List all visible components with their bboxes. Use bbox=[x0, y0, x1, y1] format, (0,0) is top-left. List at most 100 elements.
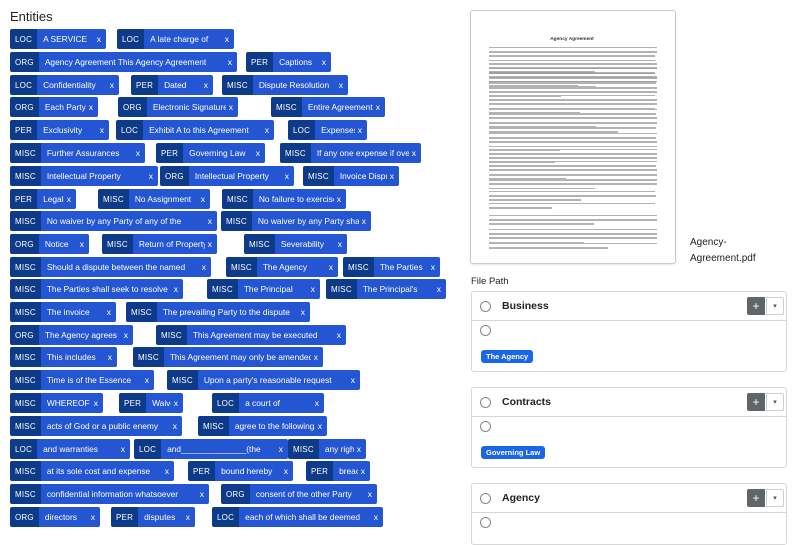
entity-chip[interactable]: MISC The Principal x bbox=[207, 279, 320, 299]
remove-icon[interactable]: x bbox=[333, 189, 346, 209]
add-button[interactable]: + bbox=[747, 393, 765, 411]
entity-chip[interactable]: MISC Entire Agreement x bbox=[271, 97, 385, 117]
remove-icon[interactable]: x bbox=[198, 257, 211, 277]
remove-icon[interactable]: x bbox=[224, 52, 237, 72]
remove-icon[interactable]: x bbox=[335, 75, 348, 95]
add-button[interactable]: + bbox=[747, 297, 765, 315]
add-button[interactable]: + bbox=[747, 489, 765, 507]
entity-chip[interactable]: MISC Further Assurances x bbox=[10, 143, 145, 163]
entity-chip[interactable]: ORG The Agency agrees x bbox=[10, 325, 133, 345]
subfolder-radio[interactable] bbox=[480, 517, 491, 528]
entity-chip[interactable]: PER Governing Law x bbox=[156, 143, 265, 163]
entity-chip[interactable]: PER bound hereby x bbox=[188, 461, 293, 481]
entity-chip[interactable]: MISC Dispute Resolution x bbox=[222, 75, 348, 95]
remove-icon[interactable]: x bbox=[103, 302, 116, 322]
entity-chip[interactable]: LOC and______________(the x bbox=[134, 439, 288, 459]
remove-icon[interactable]: x bbox=[104, 347, 117, 367]
entity-chip[interactable]: MISC The Principal's x bbox=[326, 279, 446, 299]
remove-icon[interactable]: x bbox=[120, 325, 133, 345]
remove-icon[interactable]: x bbox=[170, 279, 183, 299]
entity-chip[interactable]: MISC No waiver by any Party shall x bbox=[221, 211, 371, 231]
entity-chip[interactable]: MISC Intellectual Property x bbox=[10, 166, 158, 186]
entity-chip[interactable]: MISC WHEREOF x bbox=[10, 393, 103, 413]
remove-icon[interactable]: x bbox=[408, 143, 421, 163]
entity-chip[interactable]: MISC Should a dispute between the named x bbox=[10, 257, 211, 277]
dropdown-toggle[interactable]: ▾ bbox=[766, 489, 784, 507]
remove-icon[interactable]: x bbox=[354, 120, 367, 140]
entity-chip[interactable]: MISC acts of God or a public enemy x bbox=[10, 416, 182, 436]
entity-chip[interactable]: LOC A late charge of x bbox=[117, 29, 234, 49]
entity-chip[interactable]: LOC Expenses x bbox=[288, 120, 367, 140]
file-name[interactable]: Agency-Agreement.pdf bbox=[690, 235, 770, 267]
folder-radio[interactable] bbox=[480, 301, 491, 312]
remove-icon[interactable]: x bbox=[204, 211, 217, 231]
remove-icon[interactable]: x bbox=[145, 166, 158, 186]
remove-icon[interactable]: x bbox=[333, 325, 346, 345]
remove-icon[interactable]: x bbox=[314, 416, 327, 436]
remove-icon[interactable]: x bbox=[252, 143, 265, 163]
remove-icon[interactable]: x bbox=[96, 120, 109, 140]
entity-chip[interactable]: MISC Time is of the Essence x bbox=[10, 370, 154, 390]
remove-icon[interactable]: x bbox=[90, 393, 103, 413]
remove-icon[interactable]: x bbox=[427, 257, 440, 277]
entity-chip[interactable]: MISC confidential information whatsoever x bbox=[10, 484, 209, 504]
entity-badge[interactable]: The Agency bbox=[481, 350, 534, 363]
remove-icon[interactable]: x bbox=[93, 29, 106, 49]
remove-icon[interactable]: x bbox=[63, 189, 76, 209]
entity-chip[interactable]: MISC The Parties x bbox=[343, 257, 440, 277]
entity-chip[interactable]: LOC and warranties x bbox=[10, 439, 130, 459]
remove-icon[interactable]: x bbox=[200, 75, 213, 95]
entity-chip[interactable]: MISC This Agreement may only be amended x bbox=[133, 347, 323, 367]
entity-chip[interactable]: ORG Intellectual Property x bbox=[160, 166, 294, 186]
remove-icon[interactable]: x bbox=[221, 29, 234, 49]
entity-chip[interactable]: PER Exclusivity x bbox=[10, 120, 109, 140]
remove-icon[interactable]: x bbox=[334, 234, 347, 254]
document-preview[interactable]: Agency Agreement bbox=[470, 10, 676, 264]
remove-icon[interactable]: x bbox=[280, 461, 293, 481]
entity-chip[interactable]: MISC The Agency x bbox=[226, 257, 338, 277]
dropdown-toggle[interactable]: ▾ bbox=[766, 393, 784, 411]
entity-chip[interactable]: ORG directors x bbox=[10, 507, 100, 527]
entity-chip[interactable]: MISC agree to the following x bbox=[198, 416, 327, 436]
dropdown-toggle[interactable]: ▾ bbox=[766, 297, 784, 315]
remove-icon[interactable]: x bbox=[372, 97, 385, 117]
remove-icon[interactable]: x bbox=[76, 234, 89, 254]
remove-icon[interactable]: x bbox=[87, 507, 100, 527]
remove-icon[interactable]: x bbox=[132, 143, 145, 163]
entity-chip[interactable]: ORG Each Party x bbox=[10, 97, 98, 117]
remove-icon[interactable]: x bbox=[161, 461, 174, 481]
remove-icon[interactable]: x bbox=[106, 75, 119, 95]
entity-chip[interactable]: LOC Exhibit A to this Agreement x bbox=[116, 120, 274, 140]
entity-chip[interactable]: MISC The Parties shall seek to resolve x bbox=[10, 279, 183, 299]
remove-icon[interactable]: x bbox=[275, 439, 288, 459]
remove-icon[interactable]: x bbox=[433, 279, 446, 299]
remove-icon[interactable]: x bbox=[310, 347, 323, 367]
remove-icon[interactable]: x bbox=[318, 52, 331, 72]
remove-icon[interactable]: x bbox=[370, 507, 383, 527]
entity-chip[interactable]: PER disputes x bbox=[111, 507, 195, 527]
entity-chip[interactable]: MISC This includes x bbox=[10, 347, 117, 367]
folder-radio[interactable] bbox=[480, 397, 491, 408]
entity-chip[interactable]: MISC Return of Property x bbox=[102, 234, 217, 254]
remove-icon[interactable]: x bbox=[261, 120, 274, 140]
folder-radio[interactable] bbox=[480, 493, 491, 504]
entity-chip[interactable]: MISC This Agreement may be executed x bbox=[156, 325, 346, 345]
remove-icon[interactable]: x bbox=[297, 302, 310, 322]
remove-icon[interactable]: x bbox=[182, 507, 195, 527]
remove-icon[interactable]: x bbox=[347, 370, 360, 390]
entity-chip[interactable]: LOC Confidentiality x bbox=[10, 75, 119, 95]
entity-chip[interactable]: MISC The prevailing Party to the dispute x bbox=[126, 302, 310, 322]
subfolder-radio[interactable] bbox=[480, 325, 491, 336]
entity-chip[interactable]: LOC each of which shall be deemed x bbox=[212, 507, 383, 527]
entity-chip[interactable]: MISC at its sole cost and expense x bbox=[10, 461, 174, 481]
entity-chip[interactable]: MISC any right x bbox=[288, 439, 366, 459]
entity-chip[interactable]: ORG Notice x bbox=[10, 234, 89, 254]
subfolder-radio[interactable] bbox=[480, 421, 491, 432]
entity-chip[interactable]: PERWaiverx bbox=[119, 393, 183, 413]
remove-icon[interactable]: x bbox=[225, 97, 238, 117]
entity-chip[interactable]: PER Captions x bbox=[246, 52, 331, 72]
remove-icon[interactable]: x bbox=[117, 439, 130, 459]
entity-chip[interactable]: ORG consent of the other Party x bbox=[221, 484, 377, 504]
remove-icon[interactable]: x bbox=[357, 461, 370, 481]
remove-icon[interactable]: x bbox=[311, 393, 324, 413]
